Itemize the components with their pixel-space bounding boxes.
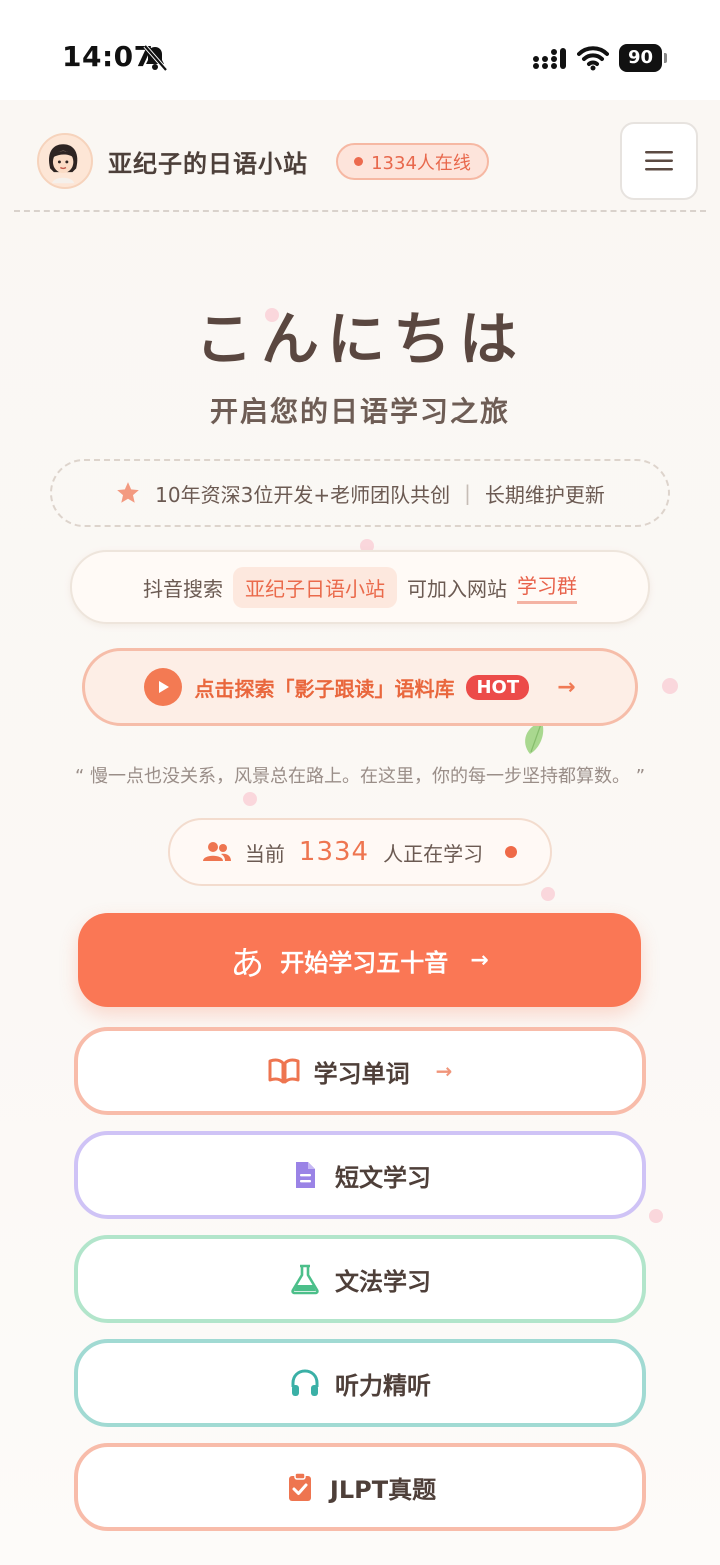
petal-decoration bbox=[541, 887, 555, 901]
menu-button[interactable] bbox=[620, 122, 698, 200]
shadow-reading-label: 点击探索「影子跟读」语料库 bbox=[194, 676, 455, 701]
grammar-button[interactable]: 文法学习 bbox=[74, 1235, 646, 1323]
petal-decoration bbox=[243, 792, 257, 806]
arrow-right-icon: → bbox=[435, 1059, 453, 1083]
jlpt-exam-button[interactable]: JLPT真题 bbox=[74, 1443, 646, 1531]
douyin-middle-text: 可加入网站 bbox=[407, 576, 507, 601]
star-icon bbox=[117, 482, 139, 503]
listening-button[interactable]: 听力精听 bbox=[74, 1339, 646, 1427]
status-time: 14:07 bbox=[62, 40, 154, 73]
team-banner: 10年资深3位开发+老师团队共创 | 长期维护更新 bbox=[50, 459, 670, 527]
short-reading-button[interactable]: 短文学习 bbox=[74, 1131, 646, 1219]
avatar[interactable] bbox=[37, 133, 93, 189]
motivational-quote: “ 慢一点也没关系，风景总在路上。在这里，你的每一步坚持都算数。 ” bbox=[74, 766, 646, 787]
shadow-reading-button[interactable]: 点击探索「影子跟读」语料库 HOT → bbox=[82, 648, 638, 726]
team-banner-separator: | bbox=[464, 481, 471, 505]
short-reading-label: 短文学习 bbox=[335, 1163, 431, 1192]
battery-level: 90 bbox=[619, 44, 662, 72]
learning-now-prefix: 当前 bbox=[244, 841, 285, 866]
douyin-account-tag: 亚纪子日语小站 bbox=[233, 566, 397, 608]
kana-a-icon: あ bbox=[230, 943, 265, 984]
jlpt-exam-label: JLPT真题 bbox=[329, 1475, 437, 1504]
play-icon bbox=[144, 668, 183, 706]
battery-tip bbox=[664, 53, 667, 63]
users-icon bbox=[202, 842, 231, 861]
header-divider bbox=[14, 210, 706, 212]
start-kana-label: 开始学习五十音 bbox=[280, 948, 449, 977]
team-banner-text: 10年资深3位开发+老师团队共创 bbox=[155, 482, 451, 507]
petal-decoration bbox=[662, 678, 678, 694]
status-bar: 14:07 90 bbox=[0, 0, 720, 100]
learning-now-count: 1334 bbox=[298, 837, 370, 867]
online-dot bbox=[354, 157, 364, 166]
listening-label: 听力精听 bbox=[335, 1371, 431, 1400]
hero-title: こんにちは bbox=[194, 305, 525, 373]
girl-avatar-icon bbox=[39, 135, 88, 184]
team-banner-update-text: 长期维护更新 bbox=[484, 482, 605, 507]
bell-muted-icon bbox=[143, 44, 168, 72]
hero-subtitle: 开启您的日语学习之旅 bbox=[209, 395, 510, 428]
arrow-right-icon: → bbox=[557, 674, 576, 700]
online-count-badge: 1334人在线 bbox=[336, 143, 489, 180]
grammar-label: 文法学习 bbox=[335, 1267, 431, 1296]
arrow-right-icon: → bbox=[470, 947, 489, 973]
online-count-text: 1334人在线 bbox=[371, 152, 471, 174]
document-icon bbox=[296, 1162, 315, 1188]
study-group-link[interactable]: 学习群 bbox=[517, 570, 577, 604]
vocabulary-button[interactable]: 学习单词 → bbox=[74, 1027, 646, 1115]
learning-now-counter: 当前 1334 人正在学习 bbox=[168, 818, 552, 886]
flask-icon bbox=[291, 1264, 319, 1295]
clipboard-check-icon bbox=[288, 1472, 311, 1501]
headphones-icon bbox=[291, 1369, 319, 1396]
live-indicator-dot bbox=[505, 846, 518, 858]
signal-icon bbox=[533, 48, 566, 69]
petal-decoration bbox=[649, 1209, 663, 1223]
site-title[interactable]: 亚纪子的日语小站 bbox=[108, 144, 308, 179]
book-icon bbox=[268, 1058, 300, 1084]
learning-now-suffix: 人正在学习 bbox=[383, 841, 484, 866]
battery-indicator: 90 bbox=[619, 44, 667, 72]
douyin-search-banner: 抖音搜索 亚纪子日语小站 可加入网站 学习群 bbox=[70, 550, 650, 624]
hot-badge: HOT bbox=[466, 674, 530, 700]
douyin-prefix: 抖音搜索 bbox=[143, 576, 223, 601]
start-kana-button[interactable]: あ 开始学习五十音 → bbox=[78, 913, 641, 1007]
hamburger-menu-icon bbox=[645, 151, 673, 171]
wifi-icon bbox=[577, 46, 609, 71]
vocabulary-label: 学习单词 bbox=[313, 1059, 410, 1088]
